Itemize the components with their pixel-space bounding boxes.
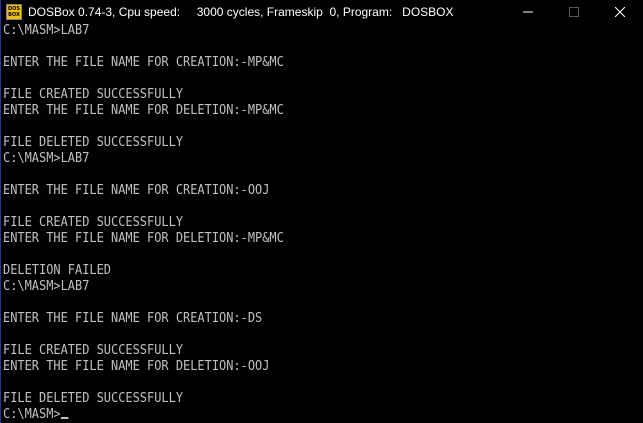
close-icon [615,6,625,17]
title-bar[interactable]: DOS BOX DOSBox 0.74-3, Cpu speed: 3000 c… [1,0,643,23]
terminal-line-text: FILE CREATED SUCCESSFULLY [3,343,184,358]
minimize-icon [523,11,533,12]
terminal-line-text: ENTER THE FILE NAME FOR CREATION:-OOJ [3,183,270,198]
terminal-line: FILE DELETED SUCCESSFULLY [3,135,588,151]
terminal-line: FILE CREATED SUCCESSFULLY [3,343,588,359]
close-button[interactable] [597,0,643,23]
text-cursor [60,417,68,419]
terminal-line-text: FILE DELETED SUCCESSFULLY [3,135,184,150]
terminal-line-text: ENTER THE FILE NAME FOR DELETION:-OOJ [3,359,270,374]
terminal-line: C:\MASM> [3,407,588,423]
terminal-line: C:\MASM>LAB7 [3,151,588,167]
terminal-line: ENTER THE FILE NAME FOR DELETION:-MP&MC [3,103,588,119]
terminal-line: ENTER THE FILE NAME FOR DELETION:-OOJ [3,359,588,375]
maximize-icon [569,6,579,17]
terminal-line-text: ENTER THE FILE NAME FOR CREATION:-DS [3,311,263,326]
terminal-line: FILE DELETED SUCCESSFULLY [3,391,588,407]
minimize-button[interactable] [505,0,551,23]
terminal-line-text: C:\MASM>LAB7 [3,23,90,38]
terminal-line: ENTER THE FILE NAME FOR CREATION:-MP&MC [3,55,588,71]
terminal-line: C:\MASM>LAB7 [3,23,588,39]
terminal-line-text: FILE CREATED SUCCESSFULLY [3,215,184,230]
terminal-line: ENTER THE FILE NAME FOR DELETION:-MP&MC [3,231,588,247]
terminal-line: FILE CREATED SUCCESSFULLY [3,87,588,103]
icon-text-bottom: BOX [8,11,20,18]
terminal-line-text: DELETION FAILED [3,263,112,278]
terminal-line-text: ENTER THE FILE NAME FOR CREATION:-MP&MC [3,55,284,70]
terminal-line-text: C:\MASM>LAB7 [3,151,90,166]
terminal-line: DELETION FAILED [3,263,588,279]
dosbox-window: DOS BOX DOSBox 0.74-3, Cpu speed: 3000 c… [0,0,643,423]
terminal-line-text: ENTER THE FILE NAME FOR DELETION:-MP&MC [3,231,284,246]
window-title: DOSBox 0.74-3, Cpu speed: 3000 cycles, F… [28,4,454,19]
terminal-line: ENTER THE FILE NAME FOR CREATION:-DS [3,311,588,327]
terminal-line: ENTER THE FILE NAME FOR CREATION:-OOJ [3,183,588,199]
terminal-line: C:\MASM>LAB7 [3,279,588,295]
terminal-output[interactable]: C:\MASM>LAB7 ENTER THE FILE NAME FOR CREA… [3,23,588,423]
terminal-line-text: FILE DELETED SUCCESSFULLY [3,391,184,406]
maximize-button[interactable] [551,0,597,23]
terminal-line-text: ENTER THE FILE NAME FOR DELETION:-MP&MC [3,103,284,118]
terminal-line-text: C:\MASM>LAB7 [3,279,90,294]
terminal-line: FILE CREATED SUCCESSFULLY [3,215,588,231]
window-controls [505,0,643,23]
terminal-line-text: FILE CREATED SUCCESSFULLY [3,87,184,102]
dosbox-icon[interactable]: DOS BOX [6,3,22,20]
terminal-line-text: C:\MASM> [3,407,61,422]
